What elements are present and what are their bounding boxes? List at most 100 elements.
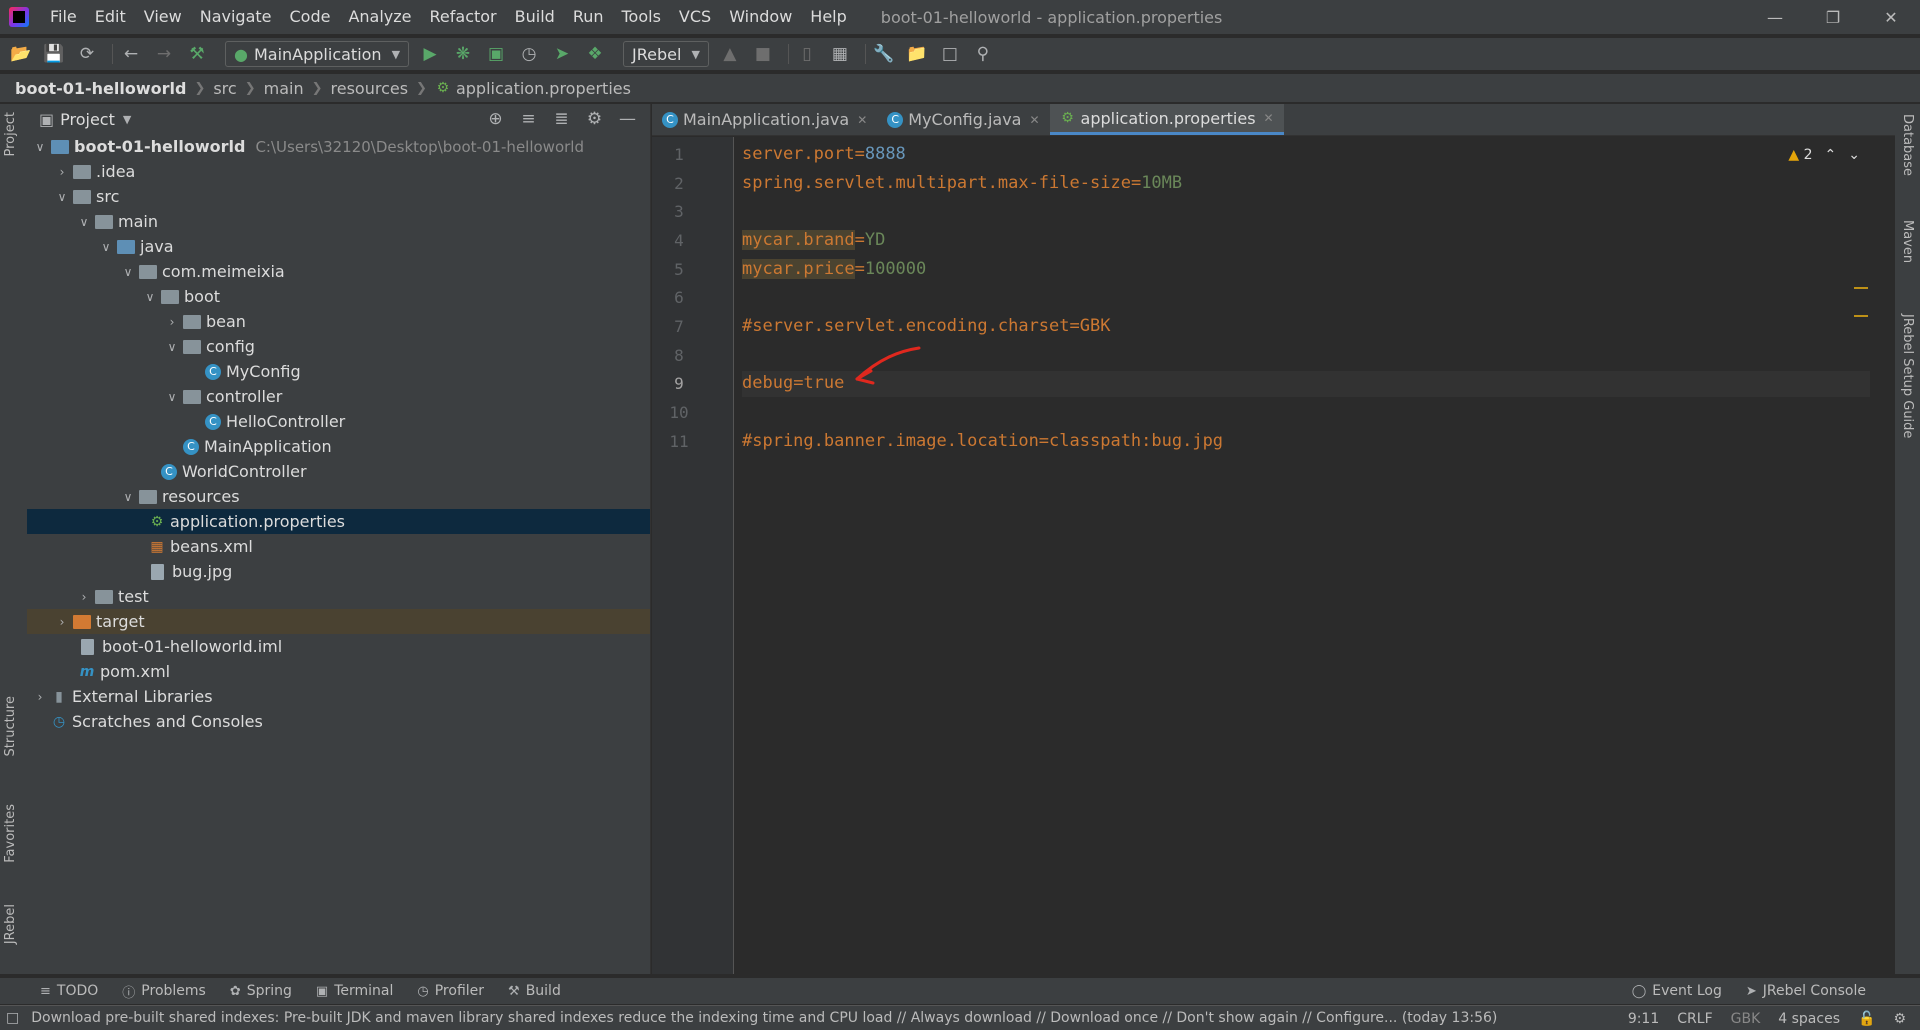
- restore-button[interactable]: ❐: [1804, 0, 1862, 34]
- tree-item-idea[interactable]: › .idea: [27, 159, 650, 184]
- todo-tool-button[interactable]: ≡ TODO: [40, 983, 98, 999]
- chevron-right-icon[interactable]: ›: [51, 615, 73, 629]
- chevron-right-icon[interactable]: ›: [51, 165, 73, 179]
- tree-item-application-properties[interactable]: ⚙ application.properties: [27, 509, 650, 534]
- warning-stripe-mark[interactable]: [1854, 315, 1868, 317]
- chevron-down-icon[interactable]: ∨: [117, 490, 139, 504]
- file-encoding[interactable]: GBK: [1731, 1011, 1761, 1027]
- chevron-right-icon[interactable]: ›: [73, 590, 95, 604]
- menu-run[interactable]: Run: [564, 0, 613, 34]
- sync-icon[interactable]: ⟳: [74, 41, 100, 67]
- collapse-all-icon[interactable]: ≣: [545, 109, 578, 129]
- code-line-9[interactable]: debug=true: [742, 373, 844, 393]
- structure-tool-tab[interactable]: Structure: [3, 696, 18, 756]
- close-icon[interactable]: ✕: [1264, 111, 1274, 125]
- memory-indicator-icon[interactable]: ⚙: [1893, 1011, 1906, 1027]
- chevron-down-icon[interactable]: ∨: [117, 265, 139, 279]
- sdk-manager-icon[interactable]: ▦: [827, 41, 853, 67]
- chevron-down-icon[interactable]: ∨: [73, 215, 95, 229]
- profile-icon[interactable]: ◷: [516, 41, 542, 67]
- project-tool-tab[interactable]: Project: [3, 112, 18, 156]
- jrebel-console-button[interactable]: ➤ JRebel Console: [1746, 983, 1866, 999]
- menu-analyze[interactable]: Analyze: [339, 0, 420, 34]
- menu-edit[interactable]: Edit: [86, 0, 135, 34]
- tree-item-bug-jpg[interactable]: bug.jpg: [27, 559, 650, 584]
- chevron-right-icon[interactable]: ›: [29, 690, 51, 704]
- jrebel-tool-tab[interactable]: JRebel: [3, 904, 18, 944]
- lock-icon[interactable]: 🔓: [1858, 1011, 1875, 1027]
- stop-icon[interactable]: ■: [750, 41, 776, 67]
- spring-tool-button[interactable]: ✿ Spring: [230, 983, 292, 999]
- tree-item-config[interactable]: ∨ config: [27, 334, 650, 359]
- tree-item-resources[interactable]: ∨ resources: [27, 484, 650, 509]
- tree-item-java[interactable]: ∨ java: [27, 234, 650, 259]
- tree-item-main[interactable]: ∨ main: [27, 209, 650, 234]
- tree-item-myconfig[interactable]: C MyConfig: [27, 359, 650, 384]
- locate-file-icon[interactable]: ⊕: [479, 109, 512, 129]
- caret-position[interactable]: 9:11: [1628, 1011, 1659, 1027]
- chevron-down-icon[interactable]: ∨: [29, 140, 51, 154]
- code-line-4[interactable]: mycar.brand=YD: [742, 230, 885, 250]
- minimize-button[interactable]: —: [1746, 0, 1804, 34]
- tree-item-target[interactable]: › target: [27, 609, 650, 634]
- terminal-tool-button[interactable]: ▣ Terminal: [316, 983, 393, 999]
- chevron-down-icon[interactable]: ∨: [95, 240, 117, 254]
- back-arrow-icon[interactable]: ←: [118, 41, 144, 67]
- tab-mainapplication[interactable]: C MainApplication.java ✕: [652, 104, 877, 135]
- menu-tools[interactable]: Tools: [613, 0, 670, 34]
- breadcrumb-src[interactable]: src: [213, 79, 236, 98]
- code-line-11-comment[interactable]: #spring.banner.image.location=classpath:…: [742, 431, 1223, 451]
- menu-refactor[interactable]: Refactor: [421, 0, 506, 34]
- menu-view[interactable]: View: [135, 0, 191, 34]
- menu-file[interactable]: File: [41, 0, 86, 34]
- tree-item-external-libraries[interactable]: › ▮ External Libraries: [27, 684, 650, 709]
- project-structure-icon[interactable]: 📁: [904, 41, 930, 67]
- jrebel-select[interactable]: JRebel ▼: [623, 41, 709, 67]
- tree-item-worldcontroller[interactable]: C WorldController: [27, 459, 650, 484]
- tree-root[interactable]: ∨ boot-01-helloworld C:\Users\32120\Desk…: [27, 134, 650, 159]
- save-icon[interactable]: 💾: [41, 41, 67, 67]
- update-app-icon[interactable]: ▲: [717, 41, 743, 67]
- build-hammer-icon[interactable]: ⚒: [184, 41, 210, 67]
- device-icon[interactable]: ▯: [794, 41, 820, 67]
- close-window-button[interactable]: ✕: [1862, 0, 1920, 34]
- tree-item-iml[interactable]: boot-01-helloworld.iml: [27, 634, 650, 659]
- chevron-down-icon[interactable]: ∨: [161, 390, 183, 404]
- breadcrumb-resources[interactable]: resources: [331, 79, 409, 98]
- favorites-tool-tab[interactable]: Favorites: [3, 804, 18, 863]
- status-message[interactable]: Download pre-built shared indexes: Pre-b…: [31, 1010, 1497, 1026]
- search-icon[interactable]: ⚲: [970, 41, 996, 67]
- inspection-widget[interactable]: ▲ 2 ⌃ ⌄: [1788, 147, 1860, 163]
- tree-item-scratches[interactable]: ◷ Scratches and Consoles: [27, 709, 650, 734]
- tree-item-boot[interactable]: ∨ boot: [27, 284, 650, 309]
- tree-item-beans-xml[interactable]: ▦ beans.xml: [27, 534, 650, 559]
- jrebel-run-icon[interactable]: ➤: [549, 41, 575, 67]
- tree-item-test[interactable]: › test: [27, 584, 650, 609]
- terminal-window-icon[interactable]: □: [937, 41, 963, 67]
- chevron-down-icon[interactable]: ∨: [139, 290, 161, 304]
- line-separator[interactable]: CRLF: [1677, 1011, 1712, 1027]
- profiler-tool-button[interactable]: ◷ Profiler: [417, 983, 484, 999]
- warning-stripe-mark[interactable]: [1854, 287, 1868, 289]
- status-toggle-icon[interactable]: □: [6, 1010, 19, 1026]
- hide-panel-icon[interactable]: —: [611, 109, 644, 129]
- menu-build[interactable]: Build: [506, 0, 564, 34]
- chevron-down-icon[interactable]: ∨: [161, 340, 183, 354]
- tree-item-mainapplication[interactable]: C MainApplication: [27, 434, 650, 459]
- code-line-1[interactable]: server.port=8888: [742, 144, 906, 164]
- indent-setting[interactable]: 4 spaces: [1778, 1011, 1840, 1027]
- chevron-right-icon[interactable]: ›: [161, 315, 183, 329]
- debug-icon[interactable]: ❋: [450, 41, 476, 67]
- breadcrumb-project[interactable]: boot-01-helloworld: [15, 79, 186, 98]
- close-icon[interactable]: ✕: [1029, 113, 1039, 127]
- menu-code[interactable]: Code: [281, 0, 340, 34]
- settings-wrench-icon[interactable]: 🔧: [871, 41, 897, 67]
- chevron-down-icon[interactable]: ∨: [51, 190, 73, 204]
- menu-help[interactable]: Help: [801, 0, 855, 34]
- database-tool-tab[interactable]: Database: [1900, 114, 1915, 176]
- maven-tool-tab[interactable]: Maven: [1900, 220, 1915, 263]
- next-highlight-icon[interactable]: ⌄: [1848, 147, 1860, 163]
- code-area[interactable]: server.port=8888 spring.servlet.multipar…: [742, 137, 1870, 974]
- run-with-coverage-icon[interactable]: ▣: [483, 41, 509, 67]
- breadcrumb-file[interactable]: application.properties: [456, 79, 631, 98]
